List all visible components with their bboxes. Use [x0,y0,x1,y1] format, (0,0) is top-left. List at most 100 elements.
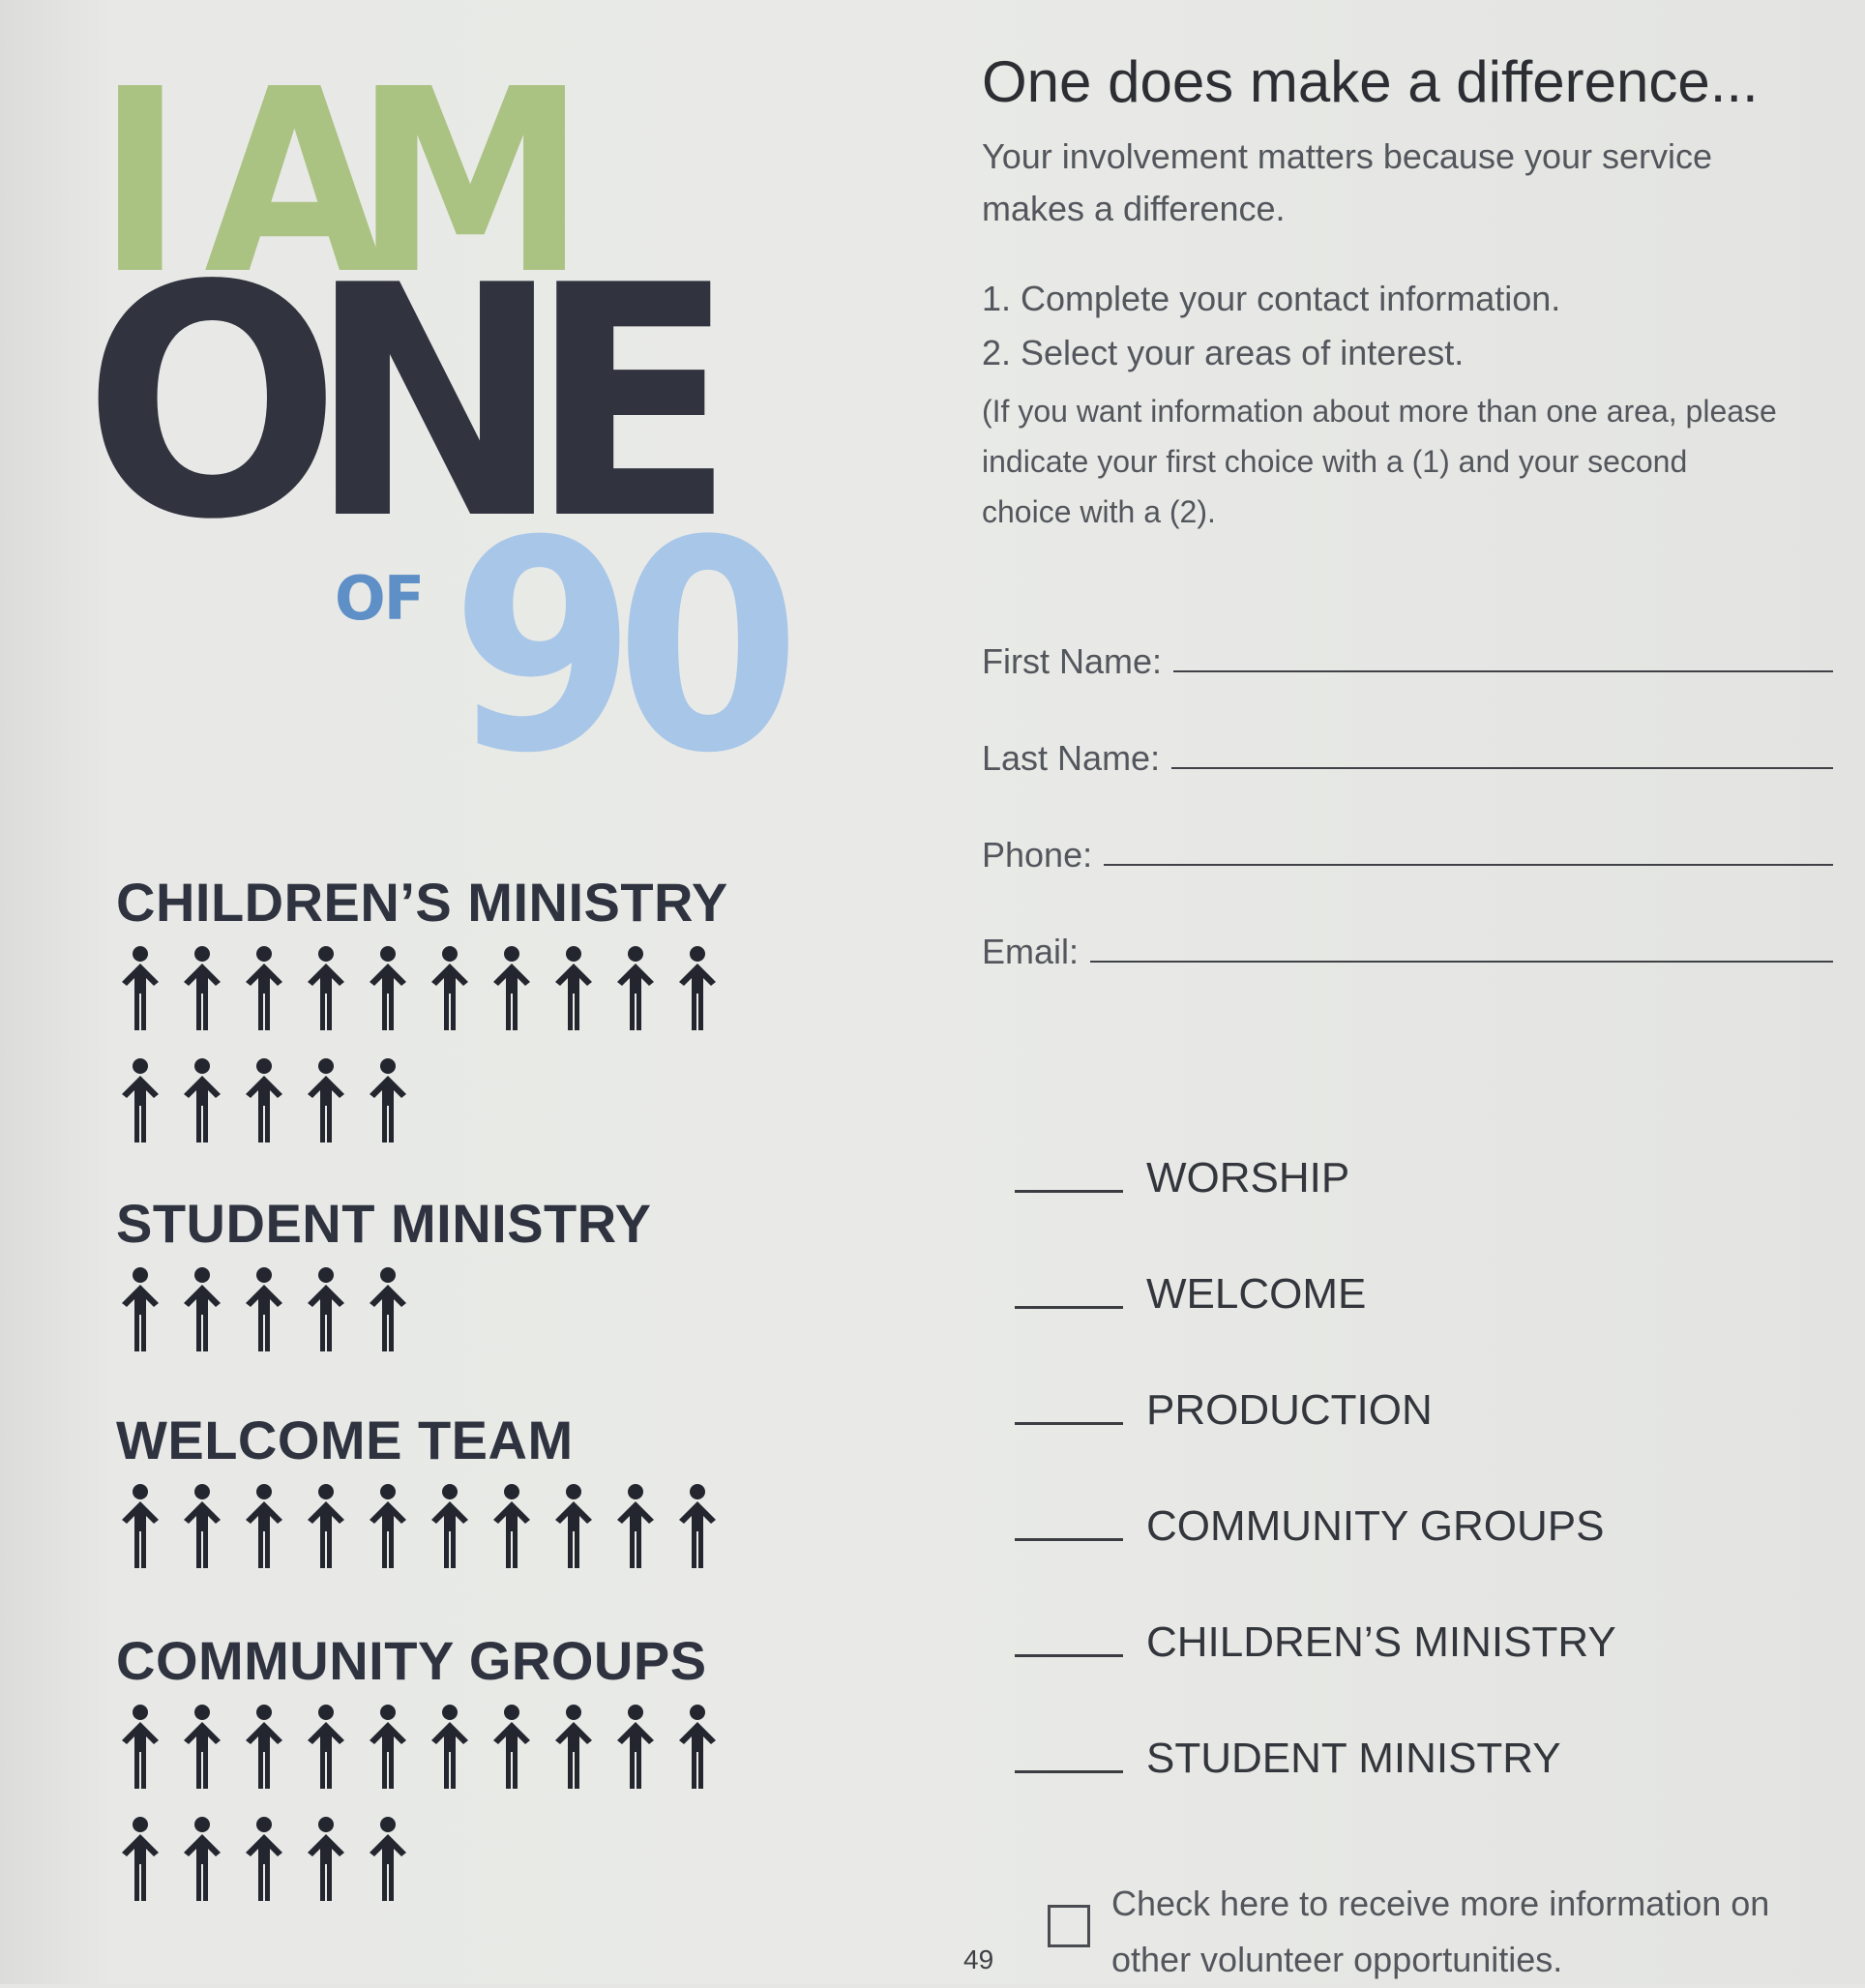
ministry-title: STUDENT MINISTRY [116,1193,652,1254]
email-line[interactable] [1090,959,1833,963]
ministry-childrens: CHILDREN’S MINISTRY [116,872,774,1144]
interest-label: CHILDREN’S MINISTRY [1146,1618,1616,1666]
person-icon [611,945,673,1032]
interest-worship[interactable]: WORSHIP [982,1086,1833,1202]
interest-community-groups[interactable]: COMMUNITY GROUPS [982,1435,1833,1551]
ministry-title: CHILDREN’S MINISTRY [116,872,728,933]
person-icon [673,1704,735,1791]
person-icon [302,1704,364,1791]
person-icon [611,1483,673,1570]
person-icon [611,1704,673,1791]
form-intro: Your involvement matters because your se… [982,136,1713,228]
more-info-option[interactable]: Check here to receive more information o… [1048,1876,1833,1988]
person-icon [178,1057,240,1144]
form-steps: 1. Complete your contact information. 2.… [982,272,1833,380]
person-icon [364,1483,426,1570]
phone-line[interactable] [1104,862,1833,866]
person-icon [673,1483,735,1570]
more-info-checkbox[interactable] [1048,1905,1090,1947]
person-icon [426,945,488,1032]
interest-label: WELCOME [1146,1270,1367,1318]
field-label: Phone: [982,835,1093,875]
person-icon [116,1816,178,1903]
field-label: Last Name: [982,738,1161,778]
person-icon [178,1483,240,1570]
ministry-student: STUDENT MINISTRY [116,1193,774,1353]
interest-label: STUDENT MINISTRY [1146,1735,1561,1782]
interest-blank[interactable] [1015,1654,1123,1657]
person-icon [549,1704,611,1791]
person-icon [178,1266,240,1353]
person-icon [549,945,611,1032]
person-icon [178,945,240,1032]
interest-label: PRODUCTION [1146,1386,1433,1434]
last-name-field[interactable]: Last Name: [982,682,1833,779]
form-step: 1. Complete your contact information. [982,279,1561,318]
person-icon [426,1483,488,1570]
person-icon [302,1266,364,1353]
person-icon [364,1816,426,1903]
person-icon [240,1816,302,1903]
interest-blank[interactable] [1015,1538,1123,1541]
person-icon [302,1816,364,1903]
more-info-label: Check here to receive more information o… [1111,1884,1770,1979]
contact-fields: First Name: Last Name: Phone: Email: [982,585,1833,972]
signup-form: One does make a difference... Your invol… [982,48,1833,1988]
person-icon [488,945,549,1032]
person-icon [240,1266,302,1353]
interest-welcome[interactable]: WELCOME [982,1202,1833,1319]
interest-blank[interactable] [1015,1306,1123,1309]
person-icon [302,1057,364,1144]
person-icon [116,945,178,1032]
interest-production[interactable]: PRODUCTION [982,1319,1833,1435]
person-icon [549,1483,611,1570]
person-icon [116,1704,178,1791]
people-row [116,1704,745,1903]
person-icon [116,1057,178,1144]
person-icon [240,1704,302,1791]
form-heading: One does make a difference... [982,49,1759,114]
page-number: 49 [963,1944,994,1974]
email-field[interactable]: Email: [982,875,1833,972]
person-icon [488,1704,549,1791]
last-name-line[interactable] [1171,765,1833,769]
field-label: Email: [982,932,1080,971]
first-name-line[interactable] [1173,668,1833,672]
person-icon [488,1483,549,1570]
interest-childrens-ministry[interactable]: CHILDREN’S MINISTRY [982,1551,1833,1667]
form-step: 2. Select your areas of interest. [982,333,1465,372]
people-row [116,945,745,1144]
interest-blank[interactable] [1015,1190,1123,1193]
ministry-title: WELCOME TEAM [116,1409,574,1470]
hero-ninety: 90 [451,479,801,816]
ministry-community-groups: COMMUNITY GROUPS [116,1630,774,1903]
person-icon [302,945,364,1032]
interest-label: COMMUNITY GROUPS [1146,1502,1605,1550]
form-note: (If you want information about more than… [982,394,1777,529]
interest-label: WORSHIP [1146,1154,1350,1202]
person-icon [364,1266,426,1353]
person-icon [116,1483,178,1570]
interest-blank[interactable] [1015,1770,1123,1773]
person-icon [178,1816,240,1903]
person-icon [116,1266,178,1353]
person-icon [364,1057,426,1144]
first-name-field[interactable]: First Name: [982,585,1833,682]
ministry-welcome-team: WELCOME TEAM [116,1409,774,1570]
ministry-title: COMMUNITY GROUPS [116,1630,707,1691]
people-row [116,1483,745,1570]
person-icon [178,1704,240,1791]
person-icon [302,1483,364,1570]
interest-blank[interactable] [1015,1422,1123,1425]
person-icon [240,945,302,1032]
person-icon [426,1704,488,1791]
person-icon [240,1483,302,1570]
interest-list: WORSHIP WELCOME PRODUCTION COMMUNITY GRO… [982,1086,1833,1783]
person-icon [364,1704,426,1791]
hero-of: OF [335,563,425,634]
person-icon [364,945,426,1032]
interest-student-ministry[interactable]: STUDENT MINISTRY [982,1667,1833,1783]
person-icon [240,1057,302,1144]
phone-field[interactable]: Phone: [982,779,1833,875]
field-label: First Name: [982,641,1163,681]
